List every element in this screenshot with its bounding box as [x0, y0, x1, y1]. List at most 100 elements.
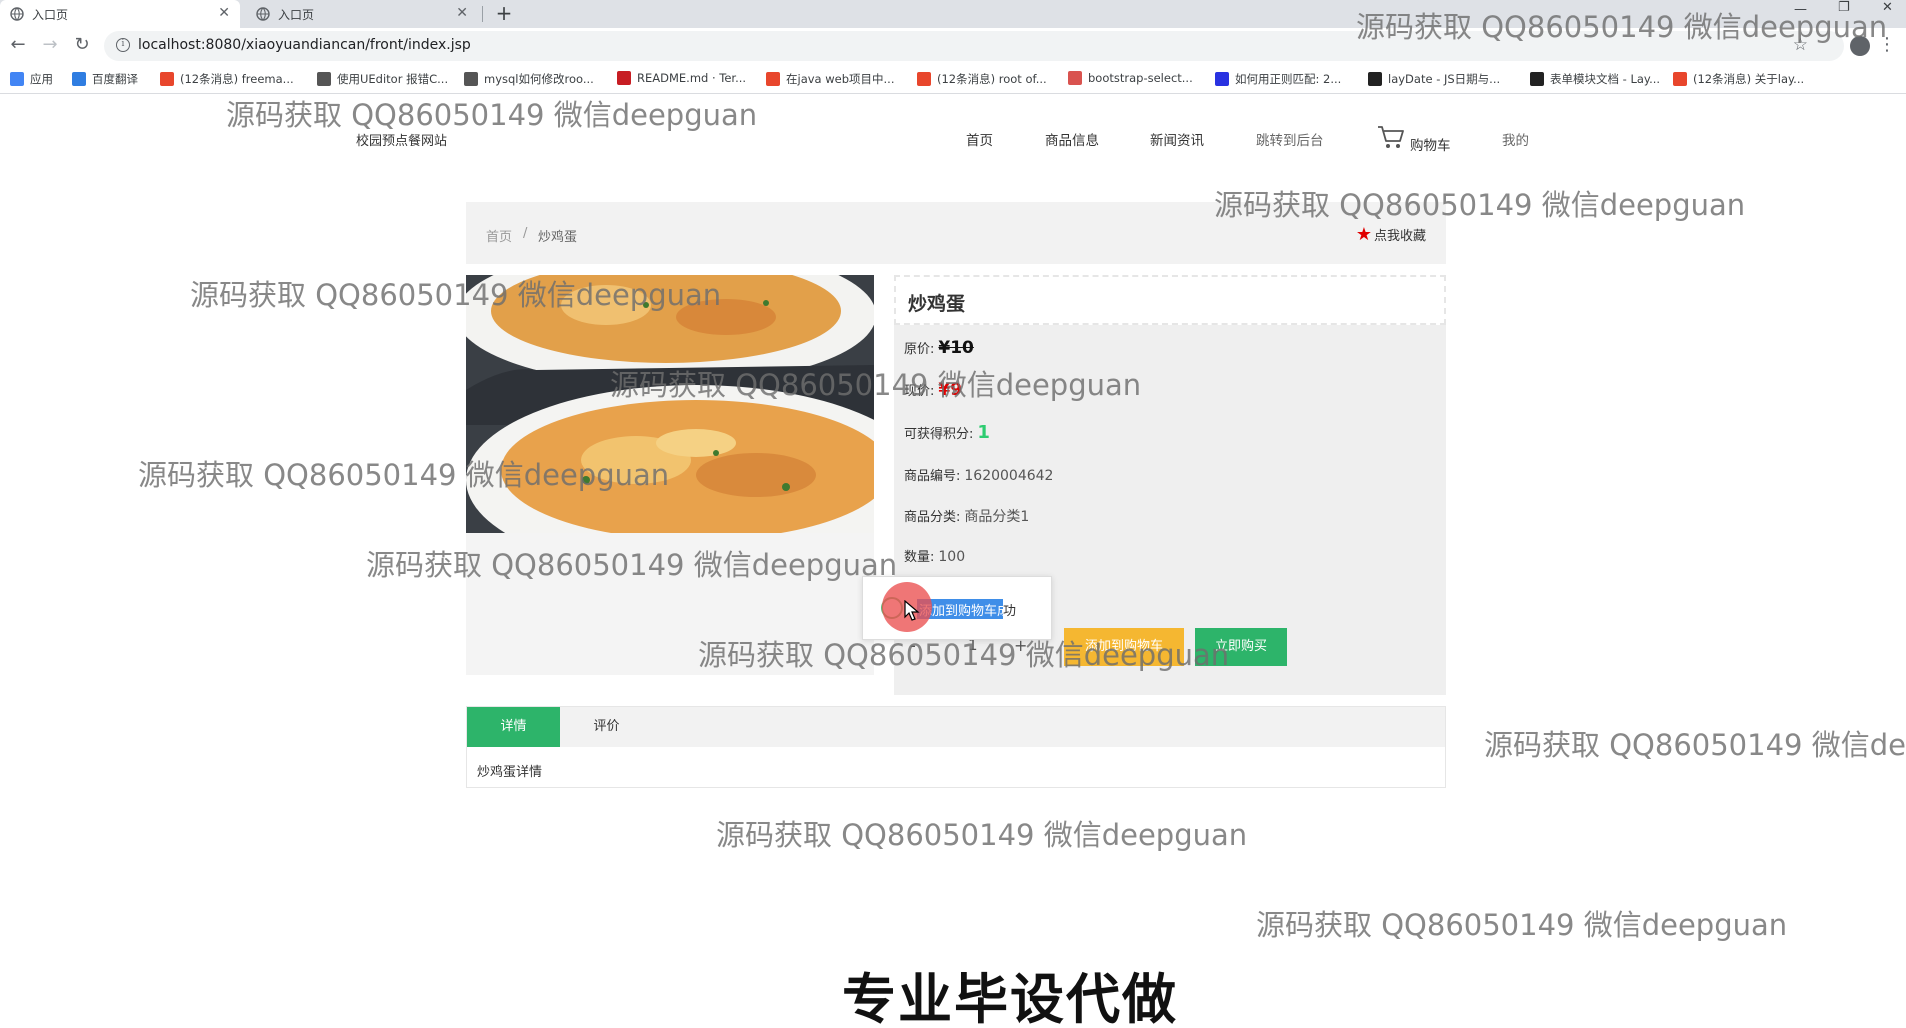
browser-tab-title: 入口页	[32, 7, 69, 22]
breadcrumb-current: 炒鸡蛋	[538, 230, 578, 245]
nav-home[interactable]: 首页	[966, 129, 993, 149]
category-row: 商品分类: 商品分类1	[904, 506, 1029, 526]
watermark: 源码获取 QQ86050149 微信deepguan	[610, 368, 1142, 402]
detail-tabs: 详情 评价 炒鸡蛋详情	[466, 706, 1446, 788]
promo-caption: 专业毕设代做	[842, 968, 1178, 1028]
mysql-icon	[464, 72, 478, 86]
tab-separator	[482, 6, 483, 22]
globe-icon	[256, 7, 270, 21]
browser-tab-title: 入口页	[278, 7, 315, 22]
star-icon: ★	[1355, 224, 1372, 245]
tabs-header: 详情 评价	[467, 707, 1445, 747]
bookmarks-bar: 应用 百度翻译 (12条消息) freema... 使用UEditor 报错C... m…	[0, 64, 1906, 94]
mouse-cursor-icon	[904, 600, 920, 621]
stock-label: 数量:	[904, 550, 935, 565]
bootstrap-icon	[1068, 71, 1082, 85]
close-tab-icon[interactable]: ✕	[218, 5, 230, 21]
csdn-icon	[917, 72, 931, 86]
tab-content: 炒鸡蛋详情	[477, 765, 543, 780]
bookmark-item[interactable]: mysql如何修改roo...	[464, 71, 594, 87]
nav-admin[interactable]: 跳转到后台	[1256, 129, 1324, 149]
bookmark-label: mysql如何修改roo...	[484, 72, 594, 86]
watermark: 源码获取 QQ86050149 微信deepguan	[138, 458, 670, 492]
baidu-translate-icon	[72, 72, 86, 86]
baidu-icon	[1215, 72, 1229, 86]
code-value: 1620004642	[964, 468, 1054, 484]
bookmark-item[interactable]: bootstrap-select...	[1068, 71, 1193, 85]
product-title: 炒鸡蛋	[908, 293, 966, 315]
bookmark-label: (12条消息) 关于lay...	[1693, 72, 1805, 86]
screen: 入口页 ✕ 入口页 ✕ + — ❐ ✕ ← → ↻ i localhost:80…	[0, 0, 1906, 1028]
nav-cart[interactable]: 购物车	[1410, 134, 1451, 154]
watermark: 源码获取 QQ86050149 微信deepguan	[1356, 10, 1888, 44]
bookmark-label: 百度翻译	[92, 72, 138, 86]
forward-icon[interactable]: →	[38, 34, 62, 58]
csdn-icon	[1673, 72, 1687, 86]
stock-value: 100	[938, 549, 966, 565]
bookmark-item[interactable]: 应用	[10, 71, 53, 87]
tab-details[interactable]: 详情	[467, 707, 560, 747]
watermark: 源码获取 QQ86050149 微信deepguan	[1256, 908, 1788, 942]
url-text[interactable]: localhost:8080/xiaoyuandiancan/front/ind…	[138, 37, 471, 53]
watermark: 源码获取 QQ86050149 微信deepguan	[1214, 188, 1746, 222]
bookmark-label: (12条消息) root of...	[937, 72, 1047, 86]
original-price-row: 原价: ¥10	[904, 338, 974, 358]
bookmark-label: layDate - JS日期与...	[1388, 72, 1501, 86]
code-label: 商品编号:	[904, 469, 961, 484]
code-row: 商品编号: 1620004642	[904, 465, 1053, 484]
watermark: 源码获取 QQ86050149 微信deepguan	[716, 818, 1248, 852]
favorite-button[interactable]: ★ 点我收藏	[1356, 224, 1426, 245]
points-value: 1	[977, 422, 990, 443]
close-tab-icon[interactable]: ✕	[456, 5, 468, 21]
bookmark-label: 使用UEditor 报错C...	[337, 72, 449, 86]
bookmark-item[interactable]: README.md · Ter...	[617, 71, 746, 85]
gitee-icon	[617, 71, 631, 85]
nav-mine[interactable]: 我的	[1502, 129, 1529, 149]
bookmark-item[interactable]: layDate - JS日期与...	[1368, 71, 1500, 87]
bookmark-item[interactable]: 如何用正则匹配: 2...	[1215, 71, 1341, 87]
back-icon[interactable]: ←	[6, 34, 30, 58]
breadcrumb-home[interactable]: 首页	[486, 226, 512, 245]
browser-tab-2[interactable]: 入口页 ✕	[246, 0, 478, 28]
bookmark-item[interactable]: 百度翻译	[72, 71, 138, 87]
bookmark-item[interactable]: 在java web项目中...	[766, 71, 895, 87]
watermark: 源码获取 QQ86050149 微信deepguan	[698, 638, 1230, 672]
nav-products[interactable]: 商品信息	[1045, 129, 1099, 149]
category-value: 商品分类1	[964, 509, 1030, 525]
bookmark-label: 应用	[30, 72, 53, 86]
layui-icon	[1368, 72, 1382, 86]
category-label: 商品分类:	[904, 510, 961, 525]
points-label: 可获得积分:	[904, 427, 974, 442]
watermark: 源码获取 QQ86050149 微信deepguan	[366, 548, 898, 582]
original-price-label: 原价:	[904, 342, 935, 357]
product-title-box: 炒鸡蛋	[894, 275, 1446, 325]
bookmark-label: bootstrap-select...	[1088, 71, 1193, 85]
stock-row: 数量: 100	[904, 546, 965, 565]
csdn-icon	[766, 72, 780, 86]
watermark: 源码获取 QQ86050149 微信deepguan	[226, 98, 758, 132]
toast-message-tail: 功	[1003, 604, 1017, 619]
nav-news[interactable]: 新闻资讯	[1150, 129, 1204, 149]
tab-reviews[interactable]: 评价	[560, 707, 653, 747]
cart-icon[interactable]	[1377, 124, 1405, 150]
bookmark-label: README.md · Ter...	[637, 71, 747, 85]
bookmark-label: (12条消息) freema...	[180, 72, 294, 86]
bookmark-label: 如何用正则匹配: 2...	[1235, 72, 1342, 86]
breadcrumb-separator: /	[523, 226, 528, 241]
bookmark-item[interactable]: 使用UEditor 报错C...	[317, 71, 448, 87]
info-icon[interactable]: i	[116, 38, 130, 52]
reload-icon[interactable]: ↻	[70, 34, 94, 58]
globe-icon	[10, 7, 24, 21]
browser-tab-1[interactable]: 入口页 ✕	[0, 0, 240, 28]
favorite-label: 点我收藏	[1373, 229, 1426, 244]
bookmark-item[interactable]: (12条消息) freema...	[160, 71, 294, 87]
ueditor-icon	[317, 72, 331, 86]
bookmark-item[interactable]: 表单模块文档 - Lay...	[1530, 71, 1660, 87]
bookmark-item[interactable]: (12条消息) root of...	[917, 71, 1047, 87]
bookmark-item[interactable]: (12条消息) 关于lay...	[1673, 71, 1804, 87]
layui-icon	[1530, 72, 1544, 86]
watermark: 源码获取 QQ86050149 微信deepguan	[1484, 728, 1906, 762]
new-tab-button[interactable]: +	[490, 0, 518, 28]
toast-message: 添加到购物车成	[919, 604, 1011, 619]
csdn-icon	[160, 72, 174, 86]
